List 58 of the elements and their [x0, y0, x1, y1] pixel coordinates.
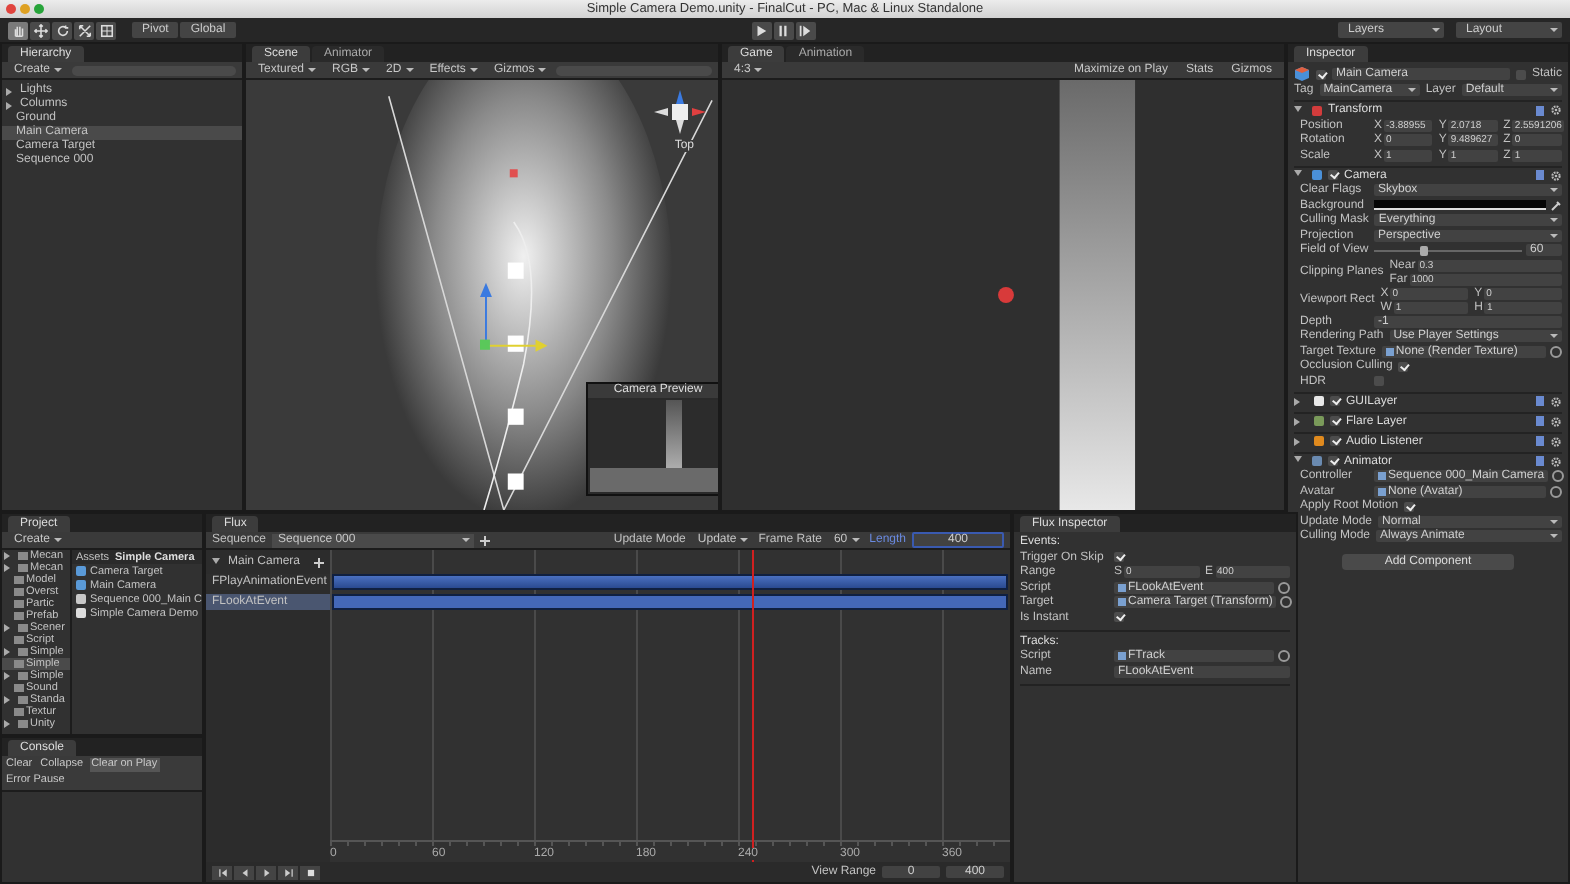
- sphere: [998, 286, 1014, 304]
- disclosure-icon[interactable]: [1294, 105, 1302, 115]
- zoom-icon[interactable]: [34, 4, 44, 14]
- scene-icon: [76, 608, 86, 618]
- checkbox[interactable]: [1404, 501, 1415, 512]
- settings-icon[interactable]: [1550, 169, 1562, 181]
- checkbox[interactable]: [1328, 456, 1338, 466]
- checkbox[interactable]: [1114, 612, 1124, 623]
- search-field[interactable]: [72, 65, 236, 75]
- checkbox[interactable]: [1114, 552, 1124, 563]
- disclosure-icon[interactable]: [212, 557, 220, 567]
- rotate-tool-button[interactable]: [52, 21, 72, 39]
- play-button[interactable]: [751, 21, 772, 39]
- settings-icon[interactable]: [1550, 104, 1562, 116]
- component-icon: [1312, 170, 1322, 180]
- close-icon[interactable]: [6, 4, 16, 14]
- last-frame-button[interactable]: [278, 865, 298, 879]
- camera-preview-drawing: [590, 400, 718, 492]
- slider-thumb[interactable]: [1419, 245, 1428, 256]
- checkbox[interactable]: [1398, 361, 1409, 372]
- component-icon: [1312, 105, 1322, 115]
- search-field[interactable]: [556, 65, 712, 75]
- add-icon[interactable]: [314, 557, 324, 567]
- checkbox[interactable]: [1374, 376, 1384, 387]
- disclosure-icon[interactable]: [1294, 397, 1304, 405]
- checkbox[interactable]: [1328, 170, 1338, 180]
- checkbox[interactable]: [1515, 69, 1526, 79]
- asset-icon: [1118, 652, 1126, 661]
- eyedropper-icon[interactable]: [1550, 199, 1562, 212]
- target-picker-icon[interactable]: [1278, 650, 1290, 663]
- checkbox[interactable]: [1330, 396, 1340, 406]
- next-frame-button[interactable]: [256, 865, 276, 879]
- target-picker-icon[interactable]: [1550, 345, 1562, 358]
- stop-button[interactable]: [300, 865, 320, 879]
- hand-tool-button[interactable]: [8, 21, 28, 39]
- first-frame-button[interactable]: [212, 865, 232, 879]
- step-button[interactable]: [795, 21, 816, 39]
- event-bar[interactable]: [332, 574, 1008, 590]
- add-icon[interactable]: [480, 535, 491, 545]
- cube-icon: [1294, 66, 1310, 82]
- checkbox[interactable]: [1330, 416, 1340, 426]
- prev-frame-button[interactable]: [234, 865, 254, 879]
- disclosure-icon[interactable]: [1294, 456, 1302, 466]
- rect-tool-button[interactable]: [96, 21, 116, 39]
- pause-button[interactable]: [773, 21, 794, 39]
- checkbox[interactable]: [1330, 436, 1340, 446]
- disclosure-icon[interactable]: [1294, 417, 1304, 425]
- help-icon[interactable]: [1536, 105, 1544, 115]
- color-field[interactable]: [1374, 200, 1546, 211]
- asset-icon: [1385, 347, 1394, 356]
- controller-icon: [76, 594, 86, 604]
- move-tool-button[interactable]: [30, 21, 50, 39]
- disclosure-icon[interactable]: [1294, 437, 1304, 445]
- event-bar[interactable]: [332, 594, 1008, 610]
- scale-tool-button[interactable]: [74, 21, 94, 39]
- checkbox[interactable]: [1316, 69, 1326, 79]
- orientation-gizmo-icon[interactable]: [650, 86, 710, 138]
- disclosure-icon[interactable]: [1294, 170, 1302, 180]
